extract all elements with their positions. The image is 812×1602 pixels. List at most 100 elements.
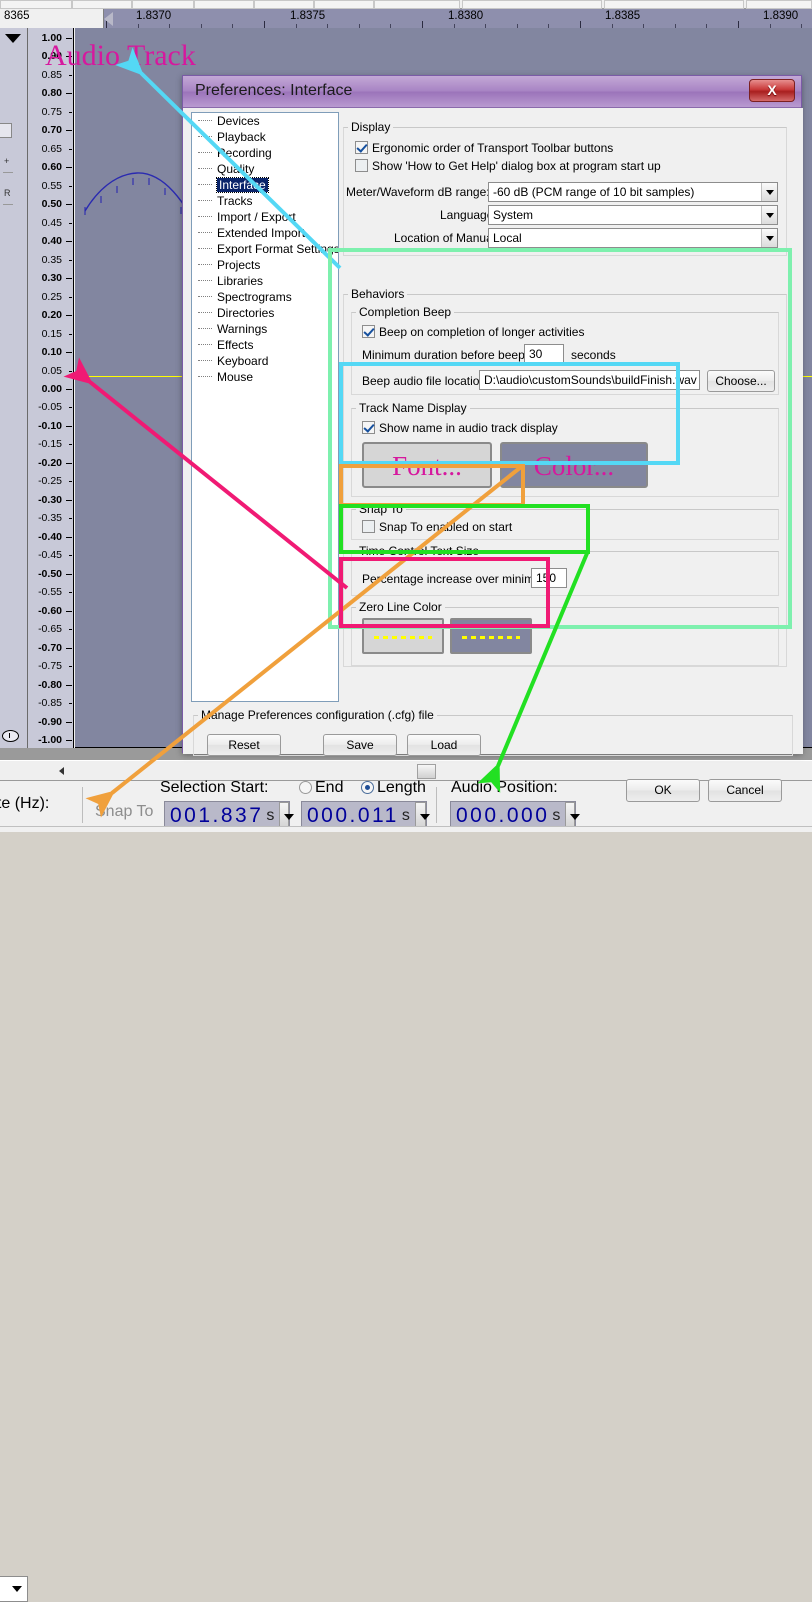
tree-item-interface[interactable]: Interface [192, 177, 338, 193]
tree-item-tracks[interactable]: Tracks [192, 193, 338, 209]
tree-item-warnings[interactable]: Warnings [192, 321, 338, 337]
length-radio-button[interactable] [361, 781, 374, 794]
scroll-left-icon[interactable] [52, 762, 70, 780]
tree-connector-icon [198, 344, 212, 345]
rate-hz-combobox[interactable] [0, 1576, 28, 1602]
tree-item-spectrograms[interactable]: Spectrograms [192, 289, 338, 305]
vruler-tick-37 [66, 721, 72, 723]
selection-length-digits[interactable]: 000.011 [302, 804, 399, 828]
close-icon[interactable]: X [749, 79, 795, 102]
db-range-chevron-down-icon[interactable] [761, 183, 777, 201]
audio-position-label: Audio Position: [451, 779, 558, 796]
manual-chevron-down-icon[interactable] [761, 229, 777, 247]
vertical-amplitude-ruler[interactable]: 1.00 0.90 0.85 0.80 0.75 0.70 0.65 0.60 0.55 0.50… [28, 28, 74, 748]
tree-item-devices[interactable]: Devices [192, 113, 338, 129]
audio-position-digits[interactable]: 000.000 [451, 804, 549, 828]
show-how-to-get-help-checkbox-box[interactable] [355, 159, 368, 172]
status-bar [0, 826, 812, 832]
length-radio[interactable]: Length [361, 779, 426, 797]
dark-zero-line-swatch[interactable] [450, 618, 532, 654]
ergonomic-order-checkbox-box[interactable] [355, 141, 368, 154]
snap-to-label: Snap To [95, 803, 154, 820]
tree-item-label: Interface [216, 177, 269, 193]
beep-on-completion-checkbox[interactable]: Beep on completion of longer activities [362, 325, 584, 339]
tree-item-projects[interactable]: Projects [192, 257, 338, 273]
scrollbar-thumb[interactable] [417, 764, 436, 779]
vruler-tick-2 [69, 74, 72, 76]
dialog-title-bar[interactable]: Preferences: Interface X [183, 76, 801, 108]
show-how-to-get-help-label: Show 'How to Get Help' dialog box at pro… [372, 159, 661, 173]
track-name-display-legend: Track Name Display [359, 401, 467, 415]
ruler-label-2: 1.8375 [290, 10, 326, 22]
vruler-label-36: -0.85 [38, 697, 62, 710]
tree-item-effects[interactable]: Effects [192, 337, 338, 353]
ok-button[interactable]: OK [626, 779, 700, 802]
cancel-button[interactable]: Cancel [708, 779, 782, 802]
language-value[interactable]: System [488, 205, 778, 225]
load-button[interactable]: Load [407, 734, 481, 756]
db-range-value[interactable]: -60 dB (PCM range of 10 bit samples) [488, 182, 778, 202]
vruler-tick-3 [66, 93, 72, 95]
tree-item-playback[interactable]: Playback [192, 129, 338, 145]
tree-item-import-export[interactable]: Import / Export [192, 209, 338, 225]
choose-button[interactable]: Choose... [707, 370, 775, 392]
vruler-label-17: 0.10 [41, 346, 62, 359]
pan-slider-track[interactable] [3, 204, 13, 205]
percentage-increase-input[interactable]: 150 [531, 568, 567, 588]
save-button[interactable]: Save [323, 734, 397, 756]
end-radio[interactable]: End [299, 779, 343, 797]
tree-connector-icon [198, 200, 212, 201]
vruler-label-9: 0.50 [41, 198, 62, 211]
beep-file-location-input[interactable]: D:\audio\customSounds\buildFinish.wav [479, 370, 700, 390]
tree-item-export-format-settings[interactable]: Export Format Settings [192, 241, 338, 257]
language-combobox[interactable]: System [488, 205, 778, 225]
snap-to-enabled-checkbox-box[interactable] [362, 520, 375, 533]
timeline-ruler[interactable]: 8365 1.8370 1.8375 1.8380 1.8385 1.8390 … [0, 9, 812, 28]
tree-item-keyboard[interactable]: Keyboard [192, 353, 338, 369]
vruler-tick-31 [66, 610, 72, 612]
tree-item-mouse[interactable]: Mouse [192, 369, 338, 385]
tree-item-extended-import[interactable]: Extended Import [192, 225, 338, 241]
beep-on-completion-checkbox-box[interactable] [362, 325, 375, 338]
tree-item-directories[interactable]: Directories [192, 305, 338, 321]
vruler-tick-23 [66, 462, 72, 464]
location-of-manual-combobox[interactable]: Local [488, 228, 778, 248]
selection-start-unit: s [266, 807, 275, 824]
tree-item-label: Warnings [217, 322, 268, 336]
light-zero-line-swatch[interactable] [362, 618, 444, 654]
ergonomic-order-checkbox[interactable]: Ergonomic order of Transport Toolbar but… [355, 141, 613, 155]
vruler-label-34: -0.75 [38, 660, 62, 673]
track-mute-button[interactable] [0, 123, 12, 138]
selection-start-digits[interactable]: 001.837 [165, 804, 263, 828]
selection-start-label: Selection Start: [160, 779, 269, 796]
min-duration-label: Minimum duration before beeping [362, 348, 541, 362]
language-chevron-down-icon[interactable] [761, 206, 777, 224]
tree-item-recording[interactable]: Recording [192, 145, 338, 161]
location-of-manual-value[interactable]: Local [488, 228, 778, 248]
track-menu-chevron-icon[interactable] [5, 34, 21, 43]
vruler-tick-19 [66, 389, 72, 390]
preferences-category-tree[interactable]: Devices Playback Recording Quality Interface… [191, 112, 339, 702]
font-button[interactable]: Font... [362, 442, 492, 488]
tree-connector-icon [198, 136, 212, 137]
horizontal-scrollbar[interactable] [0, 760, 812, 781]
show-name-in-track-checkbox-box[interactable] [362, 421, 375, 434]
min-duration-input[interactable]: 30 [524, 344, 564, 364]
track-control-panel[interactable]: + R [0, 28, 28, 748]
reset-button[interactable]: Reset [207, 734, 281, 756]
gain-slider-plus-icon: + [4, 156, 10, 166]
tree-item-label: Tracks [217, 194, 253, 208]
vruler-tick-5 [66, 130, 72, 132]
end-radio-button[interactable] [299, 781, 312, 794]
tree-item-quality[interactable]: Quality [192, 161, 338, 177]
tree-item-libraries[interactable]: Libraries [192, 273, 338, 289]
gain-slider-track[interactable] [3, 172, 13, 173]
show-name-in-track-checkbox[interactable]: Show name in audio track display [362, 421, 558, 435]
snap-to-enabled-checkbox[interactable]: Snap To enabled on start [362, 520, 512, 534]
vruler-label-6: 0.65 [41, 142, 62, 155]
vruler-tick-14 [69, 296, 72, 298]
db-range-combobox[interactable]: -60 dB (PCM range of 10 bit samples) [488, 182, 778, 202]
tree-item-label: Libraries [217, 274, 264, 288]
show-how-to-get-help-checkbox[interactable]: Show 'How to Get Help' dialog box at pro… [355, 159, 661, 173]
color-button[interactable]: Color... [500, 442, 648, 488]
